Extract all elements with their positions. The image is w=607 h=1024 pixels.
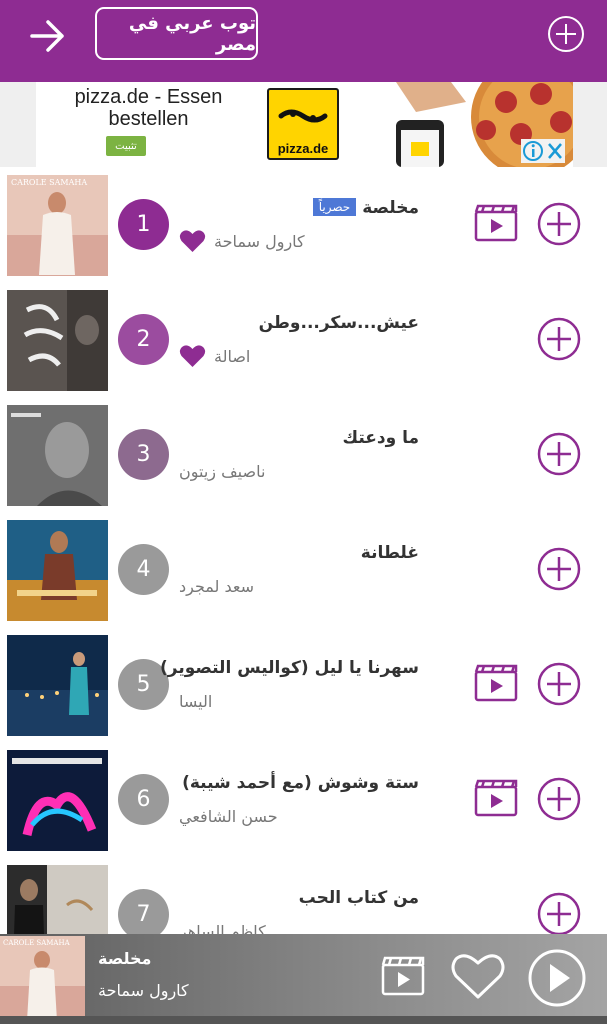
play-icon[interactable] (527, 948, 587, 1008)
chart-title: توب عربي في مصر (128, 12, 256, 55)
artist-name: كاظم الساهر (179, 921, 266, 935)
exclusive-badge: حصرياً (312, 198, 357, 216)
artist-name: سعد لمجرد (179, 576, 255, 596)
add-to-playlist-icon[interactable] (537, 432, 581, 476)
album-cover (7, 520, 108, 621)
ad-logo: pizza.de (267, 88, 339, 160)
ad-install-button[interactable]: تثبيت (106, 136, 146, 156)
song-row[interactable]: 5 سهرنا يا ليل (كواليس التصوير) اليسا (0, 628, 607, 743)
add-to-playlist-icon[interactable] (537, 317, 581, 361)
song-title: ستة وشوش (مع أحمد شيبة) (182, 773, 419, 793)
rank-badge: 7 (118, 889, 169, 934)
song-row[interactable]: 2 عيش...سكر...وطن اصالة (0, 283, 607, 398)
album-cover (7, 290, 108, 391)
song-title: سهرنا يا ليل (كواليس التصوير) (159, 658, 419, 678)
song-title: ما ودعتك (342, 428, 420, 448)
song-title: عيش...سكر...وطن (258, 313, 419, 333)
playback-progress[interactable] (0, 1016, 607, 1024)
now-playing-artist: كارول سماحة (98, 981, 189, 1000)
heart-icon[interactable] (179, 344, 206, 368)
rank-badge: 3 (118, 429, 169, 480)
svg-text:CAROLE SAMAHA: CAROLE SAMAHA (3, 939, 71, 947)
song-row[interactable]: 6 ستة وشوش (مع أحمد شيبة) حسن الشافعي (0, 743, 607, 858)
song-list[interactable]: CAROLE SAMAHA 1 مخلصة حصرياً كارول سماحة (0, 168, 607, 934)
album-cover (7, 405, 108, 506)
album-cover: CAROLE SAMAHA (7, 175, 108, 276)
video-icon[interactable] (474, 664, 518, 702)
svg-text:CAROLE SAMAHA: CAROLE SAMAHA (11, 178, 87, 187)
song-row[interactable]: 3 ما ودعتك ناصيف زيتون (0, 398, 607, 513)
mini-player[interactable]: CAROLE SAMAHA مخلصة كارول سماحة (0, 934, 607, 1024)
add-to-playlist-icon[interactable] (537, 892, 581, 934)
artist-name: كارول سماحة (214, 231, 305, 251)
chart-title-dropdown[interactable]: توب عربي في مصر (95, 7, 258, 60)
song-title: من كتاب الحب (298, 888, 419, 908)
plus-circle-icon[interactable] (547, 15, 585, 53)
add-to-playlist-icon[interactable] (537, 662, 581, 706)
album-cover (7, 865, 108, 934)
album-cover (7, 750, 108, 851)
song-row[interactable]: 7 من كتاب الحب كاظم الساهر (0, 858, 607, 934)
video-icon[interactable] (474, 779, 518, 817)
song-row[interactable]: CAROLE SAMAHA 1 مخلصة حصرياً كارول سماحة (0, 168, 607, 283)
song-title: مخلصة (362, 198, 419, 218)
ad-banner[interactable]: pizza.de - Essen bestellen تثبيت pizza.d… (0, 82, 607, 167)
artist-name: حسن الشافعي (179, 806, 278, 826)
ad-choices[interactable] (521, 139, 565, 163)
top-app-bar: توب عربي في مصر (0, 0, 607, 82)
song-title: غلطانة (360, 543, 419, 563)
rank-badge: 4 (118, 544, 169, 595)
artist-name: اصالة (214, 346, 251, 366)
now-playing-cover: CAROLE SAMAHA (0, 936, 85, 1021)
ad-logo-text: pizza.de (277, 141, 329, 156)
artist-name: ناصيف زيتون (179, 461, 266, 481)
ad-text: pizza.de - Essen bestellen (74, 86, 223, 130)
rank-badge: 1 (118, 199, 169, 250)
arrow-right-icon[interactable] (26, 16, 70, 56)
heart-outline-icon[interactable] (450, 951, 506, 1001)
add-to-playlist-icon[interactable] (537, 202, 581, 246)
video-icon[interactable] (474, 204, 518, 242)
video-icon[interactable] (381, 956, 425, 996)
artist-name: اليسا (179, 691, 213, 711)
rank-badge: 6 (118, 774, 169, 825)
add-to-playlist-icon[interactable] (537, 547, 581, 591)
now-playing-title: مخلصة (98, 949, 152, 968)
song-row[interactable]: 4 غلطانة سعد لمجرد (0, 513, 607, 628)
add-to-playlist-icon[interactable] (537, 777, 581, 821)
heart-icon[interactable] (179, 229, 206, 253)
rank-badge: 2 (118, 314, 169, 365)
album-cover (7, 635, 108, 736)
